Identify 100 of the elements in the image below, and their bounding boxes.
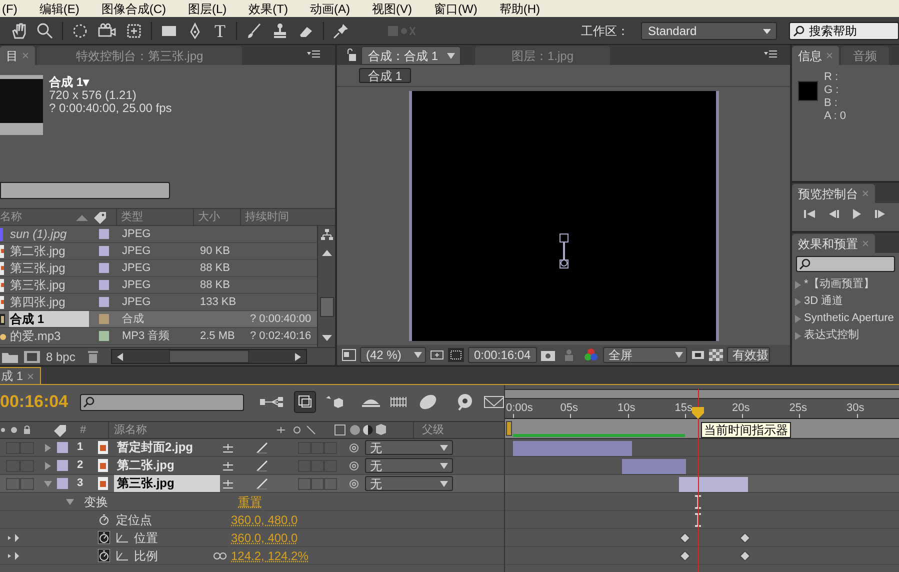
column-header[interactable]: 名称 (0, 208, 22, 226)
parent-dropdown[interactable]: 无 (365, 440, 453, 455)
scrollbar-thumb[interactable] (320, 297, 334, 317)
project-item[interactable]: 第三张.jpg JPEG 88 KB (0, 277, 317, 294)
frame-blending-icon[interactable] (390, 395, 408, 409)
help-search-field[interactable]: 搜索帮助 (789, 22, 899, 40)
brainstorm-icon[interactable] (456, 393, 474, 411)
project-item[interactable]: 第二张.jpg JPEG 90 KB (0, 243, 317, 260)
graph-editor-icon[interactable] (484, 395, 504, 409)
vertical-scrollbar[interactable] (317, 226, 335, 347)
shy-switch-icon[interactable] (222, 460, 234, 470)
layer-name[interactable]: 暂定封面2.jpg (114, 439, 220, 456)
draft-3d-icon[interactable] (326, 395, 344, 409)
hand-icon[interactable] (10, 22, 28, 40)
brush-icon[interactable] (245, 22, 263, 40)
layer-search-field[interactable] (80, 394, 244, 410)
effects-category[interactable]: *【动画预置】 (792, 276, 899, 293)
text-tool-button[interactable]: T (212, 22, 228, 40)
twirl-icon[interactable] (44, 444, 52, 452)
quality-switch-icon[interactable] (256, 442, 268, 454)
first-frame-icon[interactable] (804, 209, 816, 219)
keyframe-navigator-icon[interactable] (8, 552, 20, 560)
panel-menu-icon[interactable] (764, 50, 778, 60)
stopwatch-icon[interactable] (98, 549, 110, 562)
project-item[interactable]: sun (1).jpg JPEG (0, 226, 317, 243)
project-search-field[interactable] (0, 182, 170, 199)
label-color-swatch[interactable] (99, 229, 109, 239)
panel-tab[interactable]: 音频 (841, 46, 889, 65)
menu-item[interactable]: (F) (2, 0, 18, 18)
panel-menu-icon[interactable] (307, 50, 321, 60)
panel-tab[interactable]: 图层：1.jpg (475, 46, 610, 65)
timecode-field[interactable]: 0:00:16:04 (468, 347, 537, 363)
panel-tab[interactable]: 目 (0, 46, 35, 65)
menu-item[interactable]: 动画(A) (310, 0, 350, 18)
scrollbar-thumb[interactable] (169, 350, 250, 363)
stopwatch-icon[interactable] (98, 513, 110, 526)
panel-tab[interactable]: 特效控制台：第三张.jpg (37, 46, 242, 65)
label-color-swatch[interactable] (57, 478, 68, 489)
work-area-handle[interactable] (506, 421, 512, 436)
pan-behind-icon[interactable] (125, 22, 143, 40)
stamp-icon[interactable] (271, 22, 289, 40)
effects-category[interactable]: Synthetic Aperture (792, 310, 899, 327)
scroll-left-icon[interactable] (116, 352, 124, 362)
keyframe-icon[interactable] (740, 533, 750, 543)
menu-item[interactable]: 帮助(H) (499, 0, 540, 18)
column-header[interactable]: # (68, 422, 108, 438)
parent-dropdown[interactable]: 无 (365, 458, 453, 473)
shy-switch-icon[interactable] (222, 478, 234, 488)
property-value[interactable]: 124.2, 124.2% (231, 546, 308, 564)
label-color-swatch[interactable] (99, 297, 109, 307)
panel-tab[interactable]: 成 1 (0, 367, 42, 384)
project-item[interactable]: 第三张.jpg JPEG 88 KB (0, 260, 317, 277)
label-tag-icon[interactable] (52, 423, 68, 437)
checkerboard-icon[interactable] (708, 349, 723, 361)
graph-icon[interactable] (116, 550, 128, 560)
column-header[interactable]: 类型 (116, 208, 193, 226)
stopwatch-icon[interactable] (98, 531, 110, 544)
caret-icon[interactable] (446, 52, 456, 60)
twirl-icon[interactable] (44, 462, 52, 470)
graph-icon[interactable] (116, 532, 128, 542)
menu-item[interactable]: 编辑(E) (39, 0, 80, 18)
property-value[interactable]: 360.0, 400.0 (231, 528, 298, 546)
column-header[interactable]: 持续时间 (240, 208, 320, 226)
effects-category[interactable]: 表达式控制 (792, 327, 899, 344)
layer-name[interactable]: 第二张.jpg (114, 457, 220, 474)
label-color-swatch[interactable] (57, 442, 68, 453)
menu-item[interactable]: 窗口(W) (434, 0, 478, 18)
workspace-dropdown[interactable]: Standard (641, 22, 777, 40)
shy-switch-icon[interactable] (222, 442, 234, 452)
resolution-dropdown[interactable]: 全屏 (602, 347, 687, 363)
layer-name[interactable]: 第三张.jpg (114, 475, 220, 492)
next-frame-icon[interactable] (874, 209, 886, 219)
label-color-swatch[interactable] (99, 263, 109, 273)
flowchart-icon[interactable] (320, 228, 334, 242)
project-item[interactable]: 合成 1 合成 ? 0:00:40:00 (0, 311, 317, 328)
camera-view-dropdown[interactable]: 有效摄 (726, 347, 770, 363)
quality-switch-icon[interactable] (256, 460, 268, 472)
reset-link[interactable]: 重置 (238, 492, 262, 510)
layer-row[interactable]: 3 第三张.jpg 无 (0, 475, 504, 493)
layer-row[interactable]: 1 暂定封面2.jpg 无 (0, 439, 504, 457)
search-icon[interactable] (36, 22, 54, 40)
label-color-swatch[interactable] (99, 280, 109, 290)
column-header[interactable]: 大小 (193, 208, 240, 226)
property-value[interactable]: 360.0, 480.0 (231, 510, 298, 528)
scroll-down-icon[interactable] (320, 333, 332, 343)
project-item[interactable]: 的爱.mp3 MP3 音频 2.5 MB ? 0:02:40:16 (0, 328, 317, 345)
bit-depth-button[interactable]: 8 bpc (46, 348, 76, 366)
scroll-up-icon[interactable] (320, 248, 332, 258)
panel-tab[interactable]: 合成：合成 1 (361, 46, 461, 65)
folder-icon[interactable] (2, 350, 18, 362)
label-tag-icon[interactable] (92, 210, 108, 224)
lock-icon[interactable] (345, 48, 357, 62)
film-icon[interactable] (24, 350, 40, 362)
menu-item[interactable]: 效果(T) (248, 0, 288, 18)
region-icon[interactable] (342, 349, 356, 361)
label-color-swatch[interactable] (99, 331, 109, 341)
horizontal-scrollbar[interactable] (111, 349, 308, 364)
fit-icon[interactable] (430, 349, 444, 361)
scroll-right-icon[interactable] (294, 352, 302, 362)
quality-switch-icon[interactable] (256, 478, 268, 490)
